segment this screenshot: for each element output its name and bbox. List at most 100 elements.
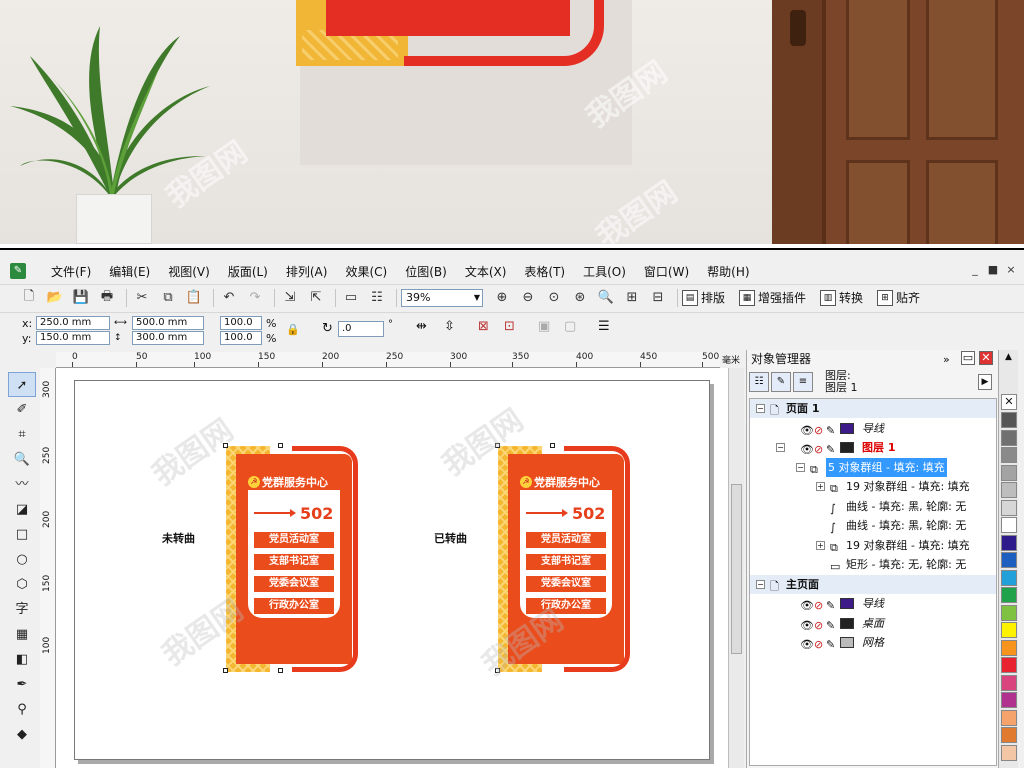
color-swatch[interactable]: [1001, 412, 1017, 428]
crop-tool-icon[interactable]: ⌗: [8, 422, 36, 447]
tree-row[interactable]: − ⧉ 5 对象群组 - 填充: 填充: [750, 457, 996, 477]
trim-icon[interactable]: ⊡: [504, 319, 515, 334]
height-input[interactable]: 300.0 mm: [132, 331, 204, 345]
blend-tool-icon[interactable]: ◧: [8, 647, 36, 672]
copy-icon[interactable]: ⧉: [157, 287, 179, 309]
freehand-tool-icon[interactable]: 〰: [8, 472, 36, 497]
color-swatch[interactable]: [1001, 657, 1017, 673]
color-swatch[interactable]: [1001, 727, 1017, 743]
zoom-tool-icon[interactable]: 🔍: [8, 447, 36, 472]
color-swatch[interactable]: [1001, 517, 1017, 533]
printable-icon[interactable]: ⊘: [814, 635, 823, 654]
color-swatch[interactable]: [1001, 622, 1017, 638]
collapse-icon[interactable]: −: [776, 443, 785, 452]
color-swatch[interactable]: [1001, 534, 1017, 551]
menu-arrange[interactable]: 排列(A): [277, 263, 337, 280]
zoom-level-select[interactable]: 39% ▼: [401, 288, 483, 307]
plugin-button[interactable]: ▦ 增强插件: [739, 289, 806, 306]
show-properties-icon[interactable]: ☷: [749, 372, 769, 392]
menu-window[interactable]: 窗口(W): [635, 263, 698, 280]
no-color-swatch[interactable]: ✕: [1001, 394, 1017, 410]
fill-tool-icon[interactable]: ◆: [8, 722, 36, 747]
selection-handle[interactable]: [550, 443, 555, 448]
menu-table[interactable]: 表格(T): [515, 263, 574, 280]
color-swatch[interactable]: [1001, 552, 1017, 568]
editable-pencil-icon[interactable]: ✎: [826, 421, 835, 440]
weld-icon[interactable]: ⊠: [478, 319, 489, 334]
editable-pencil-icon[interactable]: ✎: [826, 616, 835, 635]
layer-color-swatch[interactable]: [840, 637, 854, 648]
scale-y-input[interactable]: 100.0: [220, 331, 262, 345]
lock-ratio-icon[interactable]: 🔒: [286, 323, 300, 336]
zoom-page-icon[interactable]: 🔍: [595, 287, 617, 309]
close-button[interactable]: ×: [1004, 263, 1018, 277]
polygon-tool-icon[interactable]: ⬡: [8, 572, 36, 597]
menu-effects[interactable]: 效果(C): [336, 263, 396, 280]
color-swatch[interactable]: [1001, 447, 1017, 463]
color-swatch[interactable]: [1001, 639, 1017, 656]
tree-row[interactable]: 👁 ⊘ ✎ 导线: [750, 419, 996, 438]
eyedropper-tool-icon[interactable]: ✒: [8, 672, 36, 697]
zoom-width-icon[interactable]: ⊞: [621, 287, 643, 309]
outline-tool-icon[interactable]: ⚲: [8, 697, 36, 722]
convert-button[interactable]: ▥ 转换: [820, 289, 863, 306]
save-icon[interactable]: 💾: [70, 287, 92, 309]
export-icon[interactable]: ⇱: [305, 287, 327, 309]
new-document-icon[interactable]: 🗋: [18, 287, 40, 309]
options-icon[interactable]: ☷: [366, 287, 388, 309]
expand-icon[interactable]: +: [816, 482, 825, 491]
drawing-canvas[interactable]: 未转曲 已转曲 ☭ 党群服务中心 502 党员活动室 支部书记室 党委会议室 行…: [56, 368, 728, 768]
zoom-height-icon[interactable]: ⊟: [647, 287, 669, 309]
zoom-in-icon[interactable]: ⊕: [491, 287, 513, 309]
expand-icon[interactable]: +: [816, 540, 825, 550]
print-icon[interactable]: 🖶: [96, 287, 118, 309]
tree-page-row[interactable]: − 🗋 页面 1: [750, 399, 996, 418]
menu-help[interactable]: 帮助(H): [698, 263, 758, 280]
editable-pencil-icon[interactable]: ✎: [826, 635, 835, 654]
collapse-icon[interactable]: −: [796, 462, 805, 472]
sign-design-converted[interactable]: ☭ 党群服务中心 502 党员活动室 支部书记室 党委会议室 行政办公室: [495, 443, 634, 673]
layer-color-swatch[interactable]: [840, 598, 854, 609]
color-swatch[interactable]: [1001, 464, 1017, 481]
y-position-input[interactable]: 150.0 mm: [36, 331, 110, 345]
scale-x-input[interactable]: 100.0: [220, 316, 262, 330]
import-icon[interactable]: ⇲: [279, 287, 301, 309]
color-swatch[interactable]: [1001, 429, 1017, 446]
expand-icon[interactable]: »: [943, 351, 950, 369]
zoom-out-icon[interactable]: ⊖: [517, 287, 539, 309]
align-icon[interactable]: ☰: [598, 319, 610, 334]
redo-icon[interactable]: ↷: [244, 287, 266, 309]
tree-row[interactable]: ∫ 曲线 - 填充: 黑, 轮廓: 无: [750, 516, 996, 535]
tree-row[interactable]: ∫ 曲线 - 填充: 黑, 轮廓: 无: [750, 497, 996, 516]
ellipse-tool-icon[interactable]: ○: [8, 547, 36, 572]
tree-row[interactable]: + ⧉ 19 对象群组 - 填充: 填充: [750, 536, 996, 555]
visibility-eye-icon[interactable]: 👁: [800, 635, 814, 654]
ungroup-icon[interactable]: ▢: [564, 319, 576, 334]
editable-pencil-icon[interactable]: ✎: [826, 440, 835, 459]
mirror-h-icon[interactable]: ⇹: [416, 319, 427, 334]
group-icon[interactable]: ▣: [538, 319, 550, 334]
menu-edit[interactable]: 编辑(E): [100, 263, 159, 280]
selection-handle[interactable]: [223, 443, 228, 448]
visibility-eye-icon[interactable]: 👁: [800, 421, 814, 440]
menu-layout[interactable]: 版面(L): [219, 263, 277, 280]
rotation-input[interactable]: .0: [338, 321, 384, 337]
color-swatch[interactable]: [1001, 674, 1017, 691]
printable-icon[interactable]: ⊘: [814, 596, 823, 615]
selection-handle[interactable]: [223, 668, 228, 673]
minimize-docker-icon[interactable]: ▭: [961, 351, 975, 365]
rectangle-tool-icon[interactable]: □: [8, 522, 36, 547]
tree-row[interactable]: 👁 ⊘ ✎ 网格: [750, 633, 996, 652]
visibility-eye-icon[interactable]: 👁: [800, 440, 814, 459]
color-swatch[interactable]: [1001, 604, 1017, 621]
table-tool-icon[interactable]: ▦: [8, 622, 36, 647]
color-swatch[interactable]: [1001, 692, 1017, 708]
editable-pencil-icon[interactable]: ✎: [826, 596, 835, 615]
edit-across-layers-icon[interactable]: ✎: [771, 372, 791, 392]
visibility-eye-icon[interactable]: 👁: [800, 596, 814, 615]
color-swatch[interactable]: [1001, 587, 1017, 603]
smart-fill-icon[interactable]: ◪: [8, 497, 36, 522]
selection-handle[interactable]: [278, 668, 283, 673]
printable-icon[interactable]: ⊘: [814, 421, 823, 440]
restore-button[interactable]: ■: [986, 263, 1000, 277]
